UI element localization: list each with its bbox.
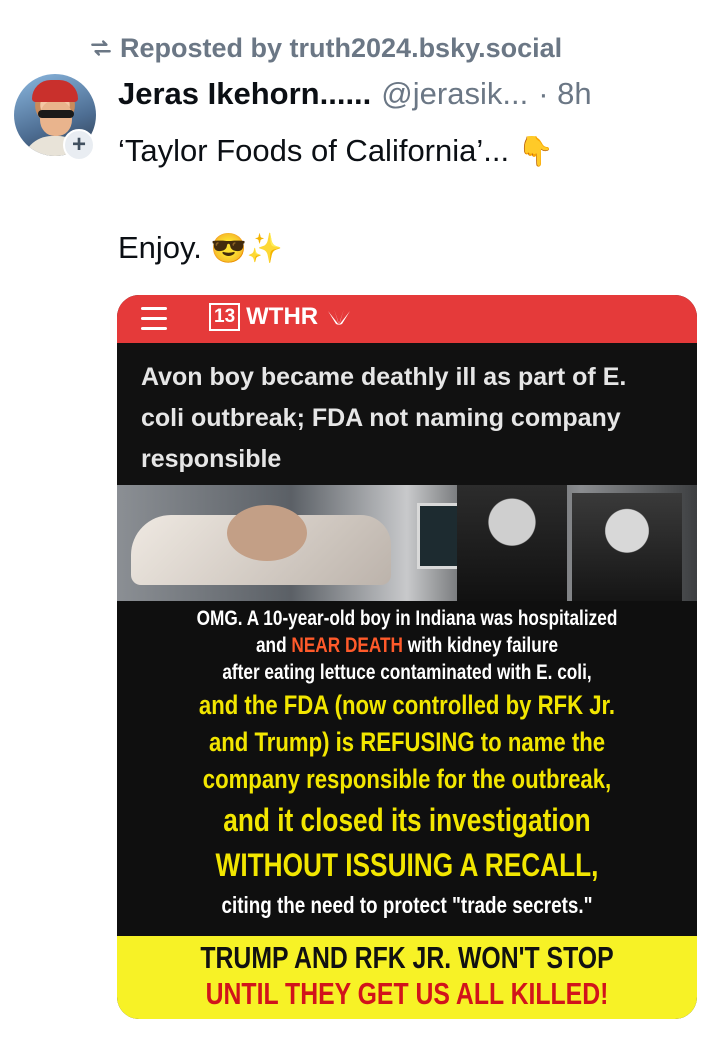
avatar-face [40,100,72,136]
wthr-logo: 13 WTHR [209,303,354,331]
avatar-hat [32,80,78,102]
caption-line2: and NEAR DEATH with kidney failure [255,634,559,657]
follow-plus-icon[interactable]: + [63,129,95,161]
caption-line9: citing the need to protect "trade secret… [221,892,593,918]
station-number: 13 [209,303,241,331]
post-text-line1: ‘Taylor Foods of California’... 👇 [118,133,554,169]
wthr-header-bar: 13 WTHR [117,295,697,343]
post-text-line2: Enjoy. 😎✨ [118,230,283,266]
meme-caption: OMG. A 10-year-old boy in Indiana was ho… [117,601,697,936]
repost-indicator[interactable]: Reposted by truth2024.bsky.social [88,30,562,66]
meme-footer-banner: TRUMP AND RFK JR. WON'T STOP UNTIL THEY … [117,936,697,1019]
news-headline: Avon boy became deathly ill as part of E… [141,363,627,473]
pointing-down-icon: 👇 [517,136,554,168]
menu-icon [141,307,167,331]
post-image[interactable]: 13 WTHR Avon boy became deathly ill as p… [117,295,697,1019]
caption-line4: and the FDA (now controlled by RFK Jr. [198,690,616,720]
post-line2-text: Enjoy. [118,230,202,265]
caption-line7: and it closed its investigation [223,802,591,838]
caption-line8: WITHOUT ISSUING A RECALL, [215,847,599,883]
patient-figure [227,505,307,561]
caption-line1: OMG. A 10-year-old boy in Indiana was ho… [196,607,618,630]
post-line1-text: ‘Taylor Foods of California’... [118,133,510,168]
footer-line2: UNTIL THEY GET US ALL KILLED! [205,976,609,1011]
peacock-logo-icon [328,309,351,325]
caption-near-death: NEAR DEATH [291,634,404,657]
post-time[interactable]: · 8h [538,76,591,112]
repost-icon [91,40,111,56]
sunglasses-sparkles-icon: 😎✨ [210,233,283,265]
author-name[interactable]: Jeras Ikehorn...... [118,76,371,112]
person-figure-right [572,493,682,601]
person-figure-left [457,485,567,601]
station-name: WTHR [246,303,319,330]
caption-line3: after eating lettuce contaminated with E… [222,661,592,684]
author-handle[interactable]: @jerasik... [381,76,528,112]
avatar-glasses [38,110,74,118]
footer-line1: TRUMP AND RFK JR. WON'T STOP [200,940,614,975]
repost-label: Reposted by truth2024.bsky.social [120,32,563,63]
news-photo [117,485,697,601]
caption-line6: company responsible for the outbreak, [202,764,612,794]
post-header: Jeras Ikehorn...... @jerasik... · 8h [118,76,592,116]
caption-line5: and Trump) is REFUSING to name the [208,727,606,757]
